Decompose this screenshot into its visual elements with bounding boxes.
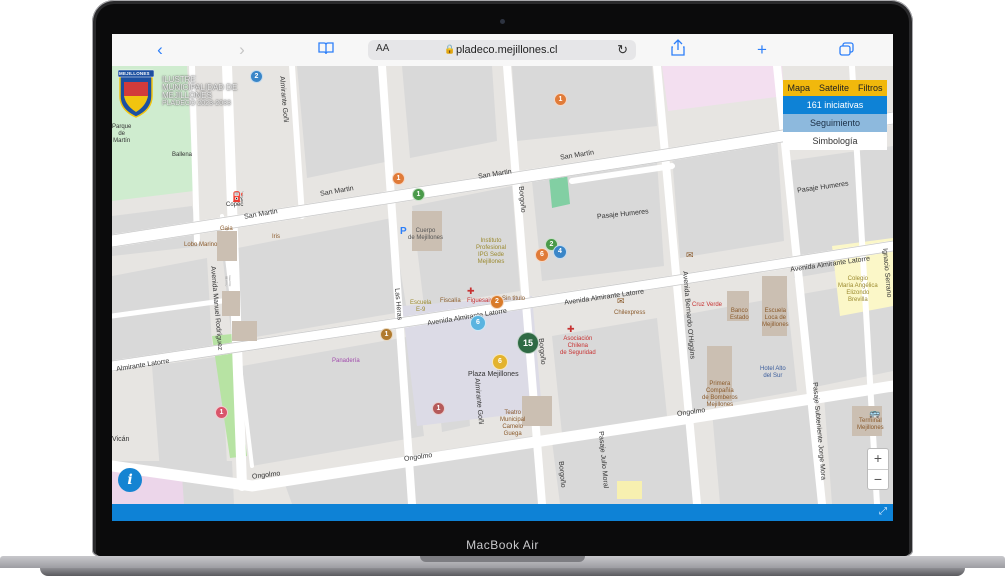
info-button[interactable]: i bbox=[118, 468, 142, 492]
poi-label: Asociación Chilena de Seguridad bbox=[560, 336, 596, 356]
zoom-in-button[interactable]: + bbox=[868, 449, 888, 469]
poi-label: Fiscalía bbox=[440, 298, 461, 304]
logo-banner: MEJILLONES bbox=[119, 71, 150, 76]
first-aid-icon: ✚ bbox=[567, 324, 575, 334]
reload-icon[interactable]: ↻ bbox=[617, 42, 628, 58]
poi-label: Primera Compañía de Bomberos Mejillones bbox=[702, 381, 738, 408]
municipality-logo: MEJILLONES ILUSTRE MUNICIPALIDAD DE MEJI… bbox=[118, 68, 238, 128]
zoom-out-button[interactable]: − bbox=[868, 469, 888, 490]
logo-line: MEJILLONES bbox=[162, 91, 212, 100]
view-tabs: Mapa Satelite Filtros bbox=[783, 80, 887, 96]
poi-label: Chilexpress bbox=[614, 310, 646, 316]
poi-label: Cuerpo de Mejillones bbox=[408, 228, 444, 241]
poi-label: Lobo Marino bbox=[184, 242, 218, 248]
poi-label: Panadería bbox=[332, 358, 360, 364]
initiative-marker[interactable]: 1 bbox=[380, 328, 393, 341]
back-icon[interactable]: ‹ bbox=[150, 40, 170, 60]
poi-label: Teatro Municipal Camelo Guega bbox=[500, 410, 526, 437]
initiative-marker[interactable]: 1 bbox=[432, 402, 445, 415]
text-size-button[interactable]: AA bbox=[376, 43, 389, 54]
tab-mapa[interactable]: Mapa bbox=[787, 83, 810, 93]
browser-toolbar: ‹ › AA 🔒 pladeco.mejillones.cl ↻ + bbox=[112, 34, 893, 67]
plaza-label: Plaza Mejillones bbox=[468, 371, 519, 378]
initiative-marker[interactable]: 6 bbox=[535, 248, 549, 262]
initiative-marker[interactable]: 2 bbox=[490, 295, 504, 309]
poi-label: Copec bbox=[226, 202, 244, 208]
legend-button[interactable]: Simbología bbox=[783, 132, 887, 150]
laptop-base bbox=[0, 556, 1005, 577]
laptop-screen: ‹ › AA 🔒 pladeco.mejillones.cl ↻ + San M… bbox=[112, 34, 893, 521]
initiative-marker[interactable]: 1 bbox=[392, 172, 405, 185]
poi-label: Ballena bbox=[172, 152, 193, 158]
initiative-marker[interactable]: 4 bbox=[553, 245, 567, 259]
street-label: Vicán bbox=[112, 436, 130, 443]
tabs-icon[interactable] bbox=[836, 41, 856, 61]
mail-icon: ✉ bbox=[686, 250, 694, 260]
forward-icon[interactable]: › bbox=[232, 40, 252, 60]
poi-label: Sin titulo bbox=[502, 296, 526, 302]
poi-label: Iris bbox=[272, 234, 280, 240]
footer-bar: ⤢ bbox=[112, 504, 893, 521]
initiative-marker[interactable]: 1 bbox=[412, 188, 425, 201]
logo-text: ILUSTRE MUNICIPALIDAD DE MEJILLONES PLAD… bbox=[162, 76, 237, 108]
initiative-marker[interactable]: 6 bbox=[470, 315, 486, 331]
base-bottom bbox=[40, 568, 965, 576]
poi-label: Hotel Alto del Sur bbox=[760, 366, 786, 379]
poi-label: Banco Estado bbox=[730, 308, 749, 321]
lock-icon: 🔒 bbox=[444, 44, 456, 54]
poi-label: Gaia bbox=[220, 226, 233, 232]
share-icon[interactable] bbox=[668, 39, 688, 61]
tab-satelite[interactable]: Satelite bbox=[819, 83, 849, 93]
base-notch bbox=[420, 556, 585, 562]
initiative-marker[interactable]: 6 bbox=[492, 354, 508, 370]
poi-label: Escuela Loca de Mejillones bbox=[762, 308, 789, 328]
bookmarks-icon[interactable] bbox=[316, 42, 336, 58]
zoom-control: + − bbox=[867, 448, 889, 490]
fullscreen-icon[interactable]: ⤢ bbox=[879, 506, 887, 517]
street-map[interactable]: San Martin San Martin San Martin San Mar… bbox=[112, 66, 893, 504]
address-bar[interactable]: AA 🔒 pladeco.mejillones.cl ↻ bbox=[368, 40, 636, 60]
mail-icon: ✉ bbox=[617, 296, 625, 306]
fuel-icon: ⛽ bbox=[232, 192, 245, 203]
new-tab-icon[interactable]: + bbox=[752, 40, 772, 60]
control-panel: Mapa Satelite Filtros 161 iniciativas Se… bbox=[783, 80, 887, 150]
laptop-brand: MacBook Air bbox=[466, 538, 539, 552]
tracking-button[interactable]: Seguimiento bbox=[783, 114, 887, 132]
logo-line: PLADECO 2023-2033 bbox=[162, 100, 231, 107]
webcam bbox=[500, 19, 505, 24]
initiative-marker[interactable]: 2 bbox=[250, 70, 263, 83]
initiative-marker[interactable]: 15 bbox=[517, 332, 539, 354]
initiative-marker[interactable]: 1 bbox=[215, 406, 228, 419]
poi-label: Terminal Mejillones bbox=[857, 418, 884, 431]
poi-label: Escuela E-9 bbox=[410, 300, 432, 313]
initiatives-button[interactable]: 161 iniciativas bbox=[783, 96, 887, 114]
tab-filtros[interactable]: Filtros bbox=[858, 83, 883, 93]
poi-label: Colegio María Angélica Elizondo Brevilla bbox=[838, 276, 878, 303]
pharmacy-icon: ✚ bbox=[467, 286, 475, 296]
poi-label: Instituto Profesional IPG Sede Mejillones bbox=[476, 238, 507, 265]
url-text: pladeco.mejillones.cl bbox=[456, 44, 558, 56]
restaurant-icon: 🍴 bbox=[222, 276, 235, 287]
bus-icon: 🚌 bbox=[869, 408, 881, 418]
poi-label: Cruz Verde bbox=[692, 302, 723, 308]
parking-icon: P bbox=[400, 226, 407, 237]
initiative-marker[interactable]: 1 bbox=[554, 93, 567, 106]
